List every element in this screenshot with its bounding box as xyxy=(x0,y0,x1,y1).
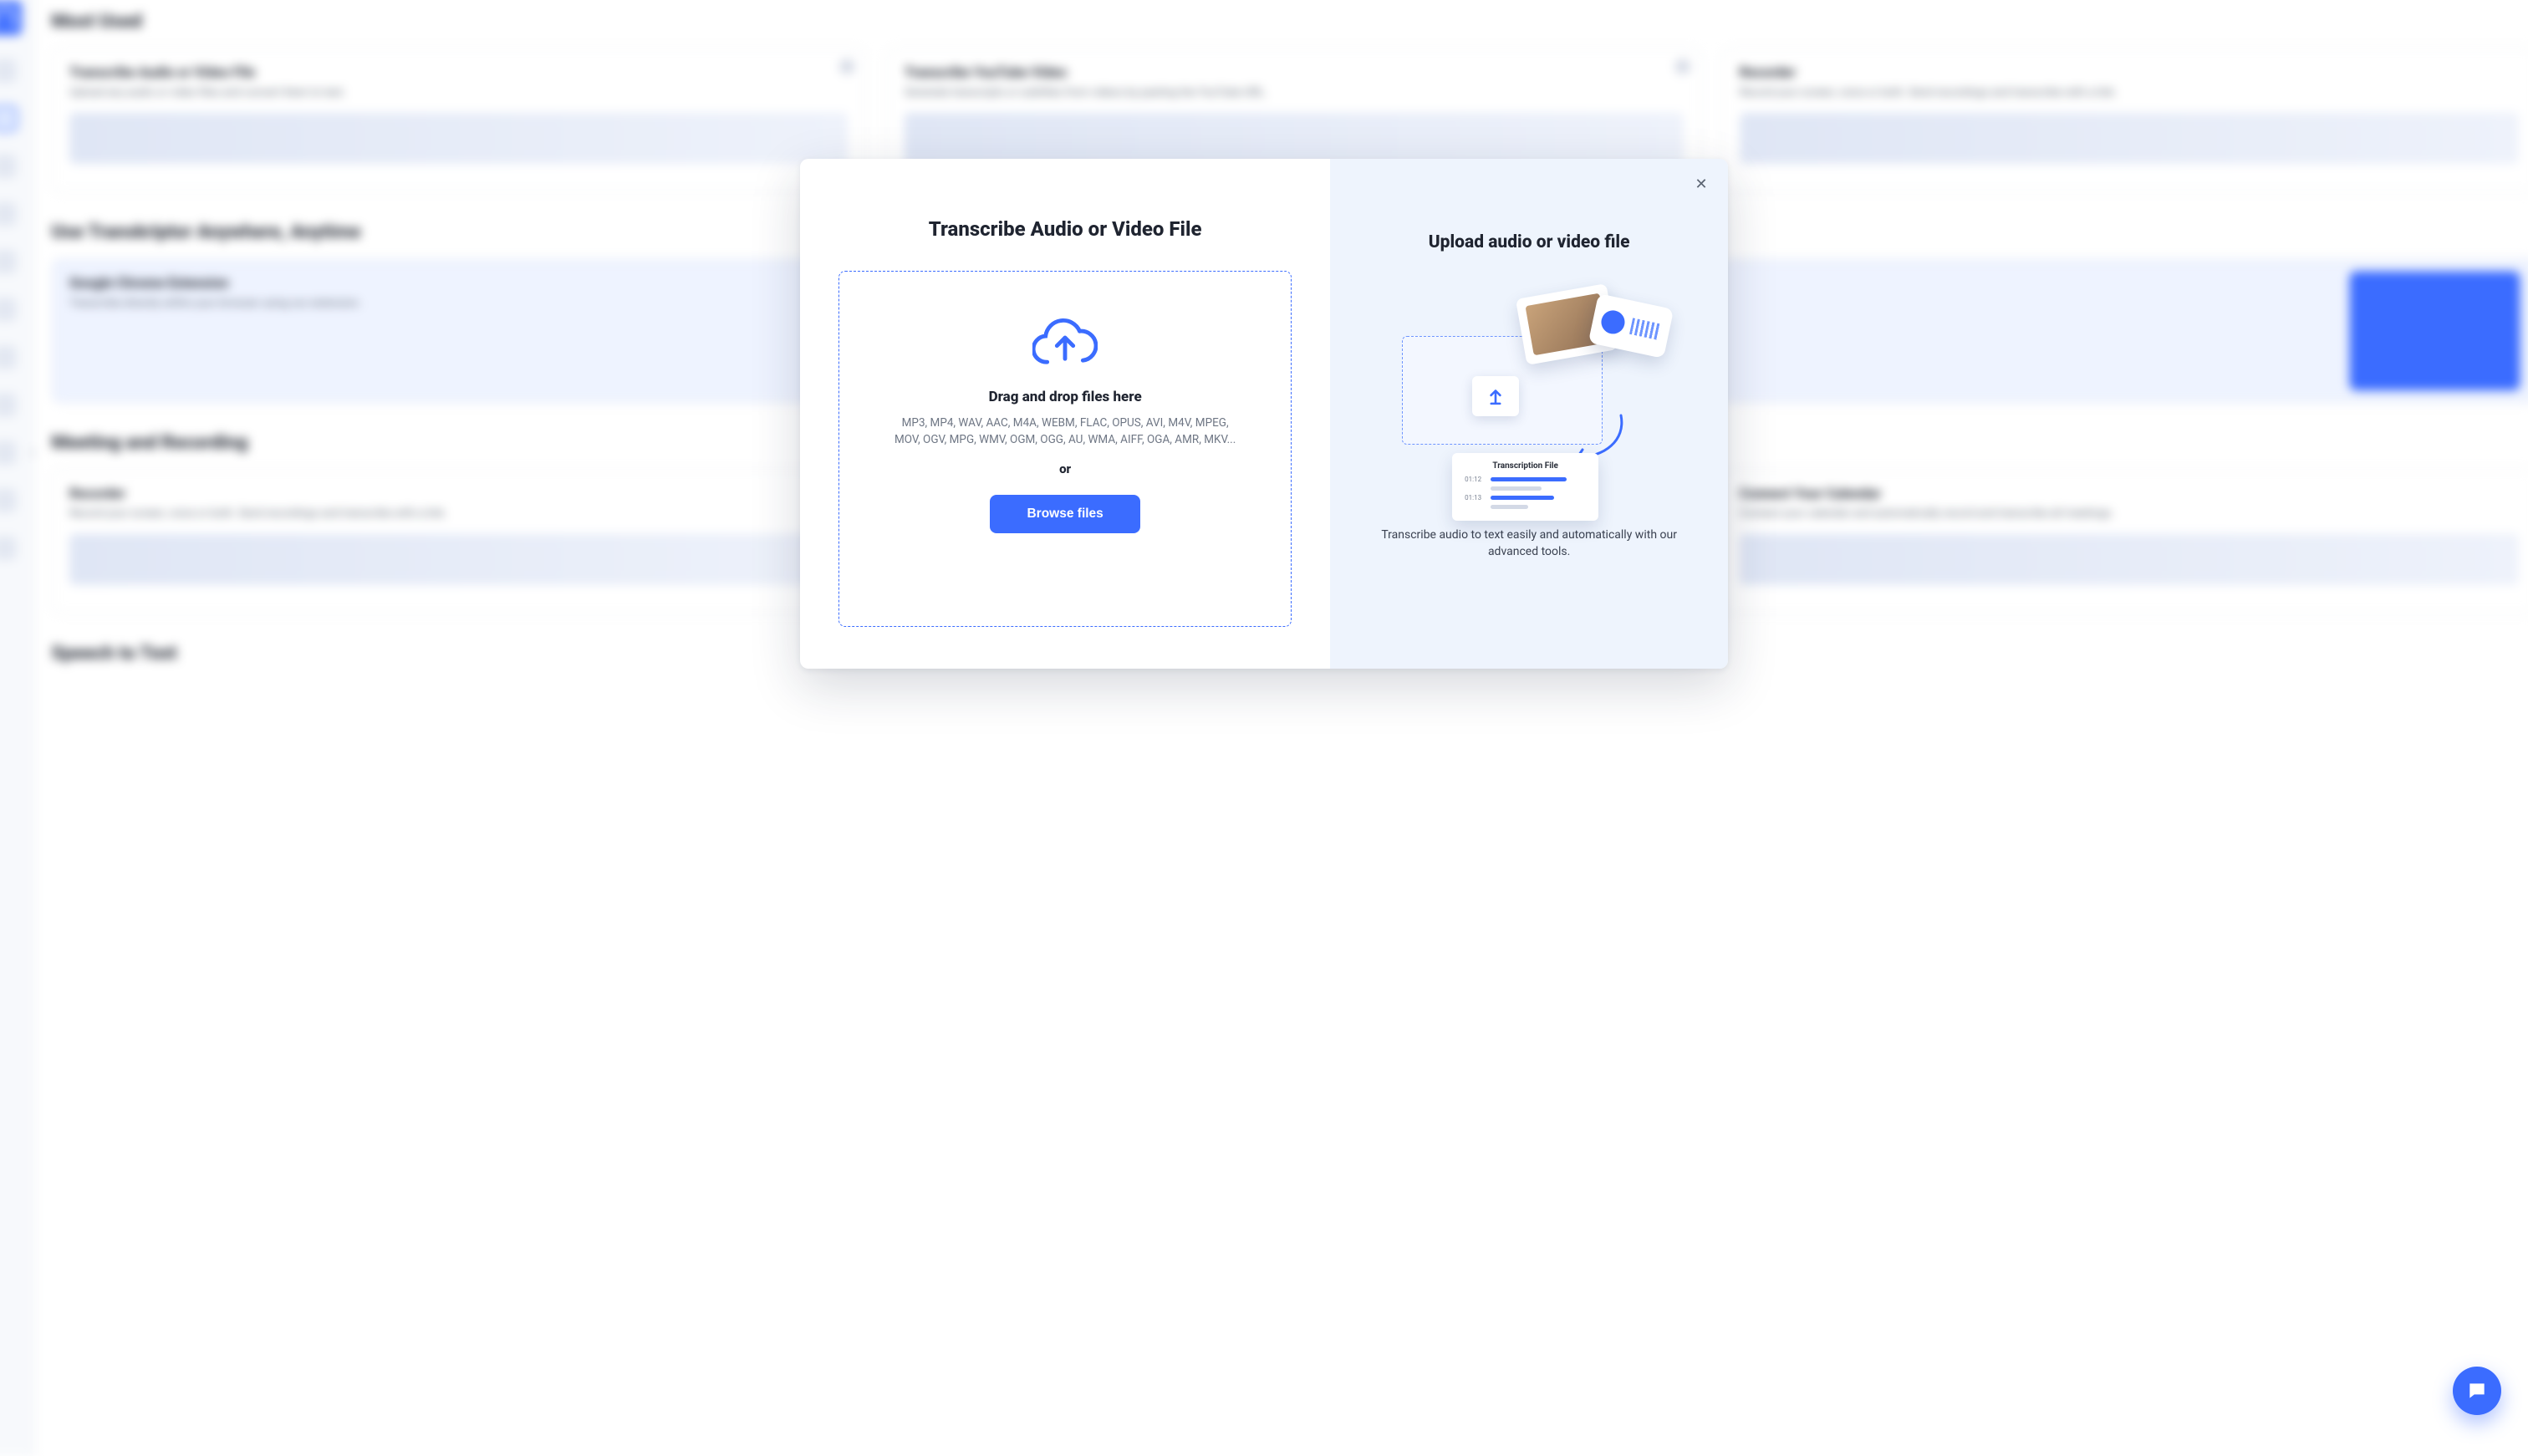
transcription-file-card: Transcription File 01:12 01:13 xyxy=(1452,453,1598,521)
right-title: Upload audio or video file xyxy=(1429,232,1630,252)
right-blurb: Transcribe audio to text easily and auto… xyxy=(1379,527,1679,561)
modal-left-panel: Transcribe Audio or Video File Drag and … xyxy=(800,159,1330,669)
dropzone-heading: Drag and drop files here xyxy=(989,389,1142,405)
modal-backdrop[interactable]: ✕ Transcribe Audio or Video File Drag an… xyxy=(0,0,2528,1442)
filecard-title: Transcription File xyxy=(1462,461,1588,471)
upload-arrow-icon xyxy=(1472,376,1519,416)
close-button[interactable]: ✕ xyxy=(1690,172,1713,196)
cloud-upload-icon xyxy=(1032,310,1098,365)
mic-icon xyxy=(1599,308,1627,336)
browse-files-button[interactable]: Browse files xyxy=(990,495,1139,533)
chat-fab[interactable] xyxy=(2453,1367,2501,1415)
file-dropzone[interactable]: Drag and drop files here MP3, MP4, WAV, … xyxy=(838,271,1292,627)
modal-right-panel: Upload audio or video file Transcription… xyxy=(1330,159,1728,669)
close-icon: ✕ xyxy=(1695,176,1707,191)
waveform-icon xyxy=(1629,318,1662,340)
chat-icon xyxy=(2466,1380,2488,1402)
filecard-ts: 01:12 xyxy=(1462,476,1484,483)
modal-title: Transcribe Audio or Video File xyxy=(929,217,1202,241)
upload-modal: ✕ Transcribe Audio or Video File Drag an… xyxy=(800,159,1728,669)
or-separator: or xyxy=(1059,461,1071,476)
filecard-ts: 01:13 xyxy=(1462,494,1484,501)
upload-illustration: Transcription File 01:12 01:13 xyxy=(1395,277,1663,512)
supported-formats: MP3, MP4, WAV, AAC, M4A, WEBM, FLAC, OPU… xyxy=(889,415,1241,448)
